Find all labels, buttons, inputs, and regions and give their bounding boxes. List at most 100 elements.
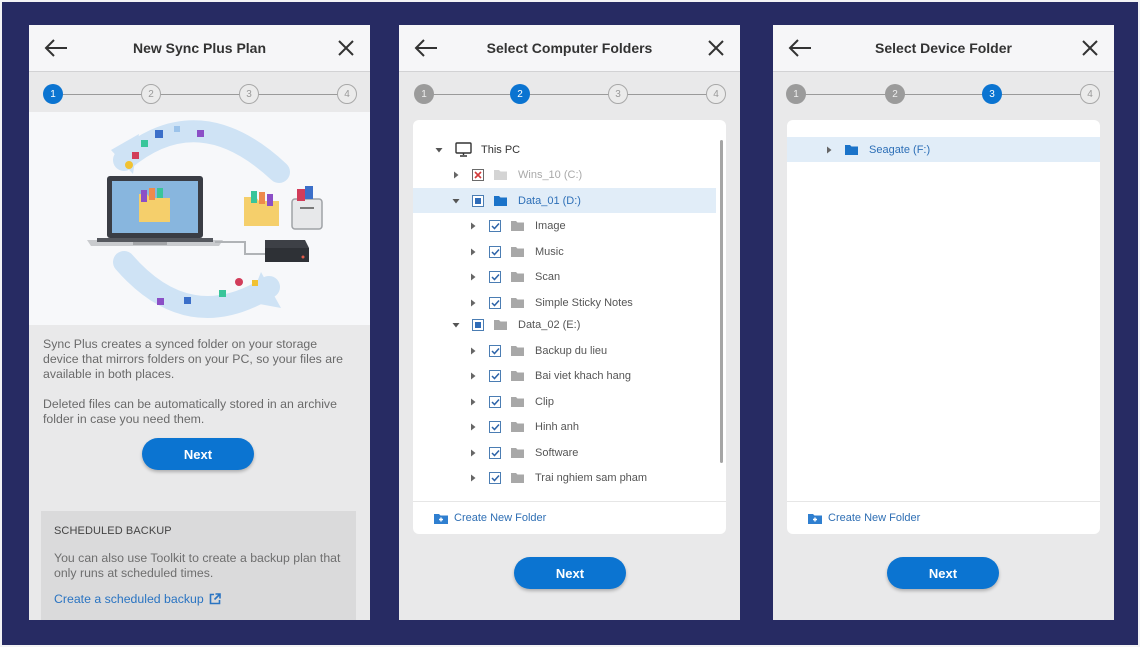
scheduled-backup-heading: SCHEDULED BACKUP <box>54 525 172 537</box>
sync-illustration-graphic <box>87 120 323 318</box>
tree-row[interactable]: Hinh anh <box>413 415 716 440</box>
caret-down-icon[interactable] <box>452 321 460 329</box>
step-2: 2 <box>510 84 530 104</box>
caret-right-icon[interactable] <box>469 273 477 281</box>
caret-down-icon[interactable] <box>435 146 443 154</box>
step-1: 1 <box>414 84 434 104</box>
caret-right-icon[interactable] <box>825 146 833 154</box>
folder-icon <box>511 345 524 356</box>
back-arrow-icon[interactable] <box>43 37 69 59</box>
next-button[interactable]: Next <box>887 557 999 589</box>
step-1: 1 <box>786 84 806 104</box>
create-scheduled-backup-link[interactable]: Create a scheduled backup <box>54 592 343 606</box>
caret-right-icon[interactable] <box>469 248 477 256</box>
tree-row-label: Software <box>535 446 579 459</box>
caret-right-icon[interactable] <box>469 423 477 431</box>
caret-right-icon[interactable] <box>469 474 477 482</box>
checkbox-checked[interactable] <box>489 271 501 283</box>
panel-header: New Sync Plus Plan <box>29 25 370 72</box>
back-arrow-icon[interactable] <box>787 37 813 59</box>
next-button[interactable]: Next <box>142 438 254 470</box>
tree-row[interactable]: Clip <box>413 389 716 414</box>
caret-right-icon[interactable] <box>469 299 477 307</box>
checkbox-checked[interactable] <box>489 446 501 459</box>
check-icon <box>490 423 500 431</box>
tree-row[interactable]: Simple Sticky Notes <box>413 290 716 315</box>
folder-icon <box>845 144 858 155</box>
create-new-folder-button[interactable]: Create New Folder <box>787 501 1100 534</box>
checkbox-checked[interactable] <box>489 344 501 357</box>
tree-scrollbar[interactable] <box>720 140 723 463</box>
step-3: 3 <box>982 84 1002 104</box>
stepper-line <box>423 94 718 95</box>
caret-right-icon[interactable] <box>469 449 477 457</box>
checkbox-excluded[interactable] <box>472 169 484 181</box>
tree-row[interactable]: Data_01 (D:) <box>413 188 716 213</box>
checkbox-partial[interactable] <box>472 319 484 331</box>
caret-down-icon[interactable] <box>452 197 460 205</box>
tree-row[interactable]: Wins_10 (C:) <box>413 163 716 188</box>
step-4: 4 <box>337 84 357 104</box>
caret-right-icon[interactable] <box>469 398 477 406</box>
checkbox-checked[interactable] <box>489 370 501 382</box>
create-new-folder-label: Create New Folder <box>454 512 547 524</box>
check-icon <box>490 474 500 482</box>
caret-right-icon[interactable] <box>469 222 477 230</box>
tree-row[interactable]: Software <box>413 440 716 465</box>
tree-row[interactable]: Data_02 (E:) <box>413 313 716 338</box>
checkbox-checked[interactable] <box>489 395 501 408</box>
close-icon[interactable] <box>1080 38 1100 58</box>
step-3: 3 <box>239 84 259 104</box>
tree-row-label: Music <box>535 245 564 258</box>
checkbox-checked[interactable] <box>489 421 501 433</box>
page-title: Select Device Folder <box>875 40 1012 56</box>
checkbox-partial[interactable] <box>472 194 484 207</box>
tree-row[interactable]: Bai viet khach hang <box>413 364 716 389</box>
tree-row[interactable]: Seagate (F:) <box>787 137 1100 162</box>
create-scheduled-backup-label: Create a scheduled backup <box>54 592 204 606</box>
caret-right-icon[interactable] <box>469 347 477 355</box>
new-folder-icon <box>434 513 448 524</box>
stepper-line <box>53 94 348 95</box>
check-icon <box>490 372 500 380</box>
tree-row-label: Clip <box>535 395 554 408</box>
new-folder-icon <box>808 513 822 524</box>
checkbox-checked[interactable] <box>489 245 501 258</box>
tree-row[interactable]: Backup du lieu <box>413 338 716 363</box>
page-title: Select Computer Folders <box>486 40 653 56</box>
close-icon[interactable] <box>336 38 356 58</box>
back-arrow-icon[interactable] <box>413 37 439 59</box>
tree-row-label: Trai nghiem sam pham <box>535 472 648 484</box>
folder-icon <box>494 170 507 180</box>
checkbox-checked[interactable] <box>489 296 501 309</box>
tree-row-label: Simple Sticky Notes <box>535 296 633 309</box>
step-4: 4 <box>706 84 726 104</box>
stepper: 1 2 3 4 <box>773 72 1114 112</box>
folder-icon <box>511 473 524 483</box>
stepper: 1 2 3 4 <box>399 72 740 112</box>
description-paragraph-2: Deleted files can be automatically store… <box>43 397 337 426</box>
close-icon[interactable] <box>706 38 726 58</box>
tree-row[interactable]: Music <box>413 239 716 264</box>
caret-right-icon[interactable] <box>469 372 477 380</box>
create-new-folder-label: Create New Folder <box>828 512 921 524</box>
folder-icon <box>494 320 507 330</box>
select-computer-folders-panel: Select Computer Folders 1 2 3 4 This PC W… <box>399 25 740 620</box>
tree-row-label: Bai viet khach hang <box>535 370 632 382</box>
tree-row[interactable]: Scan <box>413 265 716 290</box>
create-new-folder-button[interactable]: Create New Folder <box>413 501 726 534</box>
description-paragraph-1: Sync Plus creates a synced folder on you… <box>43 337 344 381</box>
scheduled-backup-text: You can also use Toolkit to create a bac… <box>54 551 341 580</box>
checkbox-checked[interactable] <box>489 472 501 484</box>
tree-row[interactable]: Image <box>413 214 716 239</box>
partial-square-icon <box>475 322 481 328</box>
folder-icon <box>511 221 524 231</box>
next-button[interactable]: Next <box>514 557 626 589</box>
checkbox-checked[interactable] <box>489 220 501 232</box>
stepper: 1 2 3 4 <box>29 72 370 112</box>
tree-row[interactable]: Trai nghiem sam pham <box>413 466 716 491</box>
step-2: 2 <box>885 84 905 104</box>
tree-row-label: Hinh anh <box>535 421 580 433</box>
tree-row[interactable]: This PC <box>413 137 716 162</box>
caret-right-icon[interactable] <box>452 171 460 179</box>
